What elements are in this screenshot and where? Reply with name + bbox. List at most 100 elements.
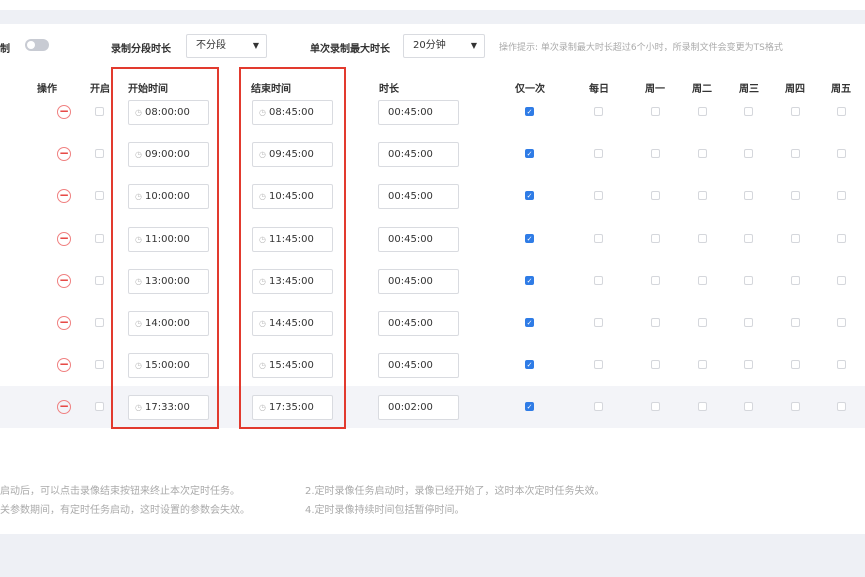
fri-checkbox[interactable] — [837, 360, 846, 370]
duration-field: 00:45:00 — [378, 100, 459, 125]
top-panel-strip — [0, 0, 865, 10]
enable-checkbox[interactable] — [95, 275, 104, 285]
mon-checkbox[interactable] — [651, 360, 660, 370]
once-checkbox[interactable]: ✓ — [525, 107, 534, 116]
minus-circle-icon[interactable]: − — [57, 358, 71, 373]
mon-checkbox[interactable] — [651, 318, 660, 327]
segment-duration-label: 录制分段时长 — [111, 44, 171, 55]
duration-field: 00:45:00 — [378, 184, 459, 210]
once-checkbox[interactable]: ✓ — [525, 191, 534, 201]
fri-checkbox[interactable] — [837, 318, 846, 327]
duration-field: 00:45:00 — [378, 226, 459, 252]
mon-checkbox[interactable] — [651, 275, 660, 285]
tue-checkbox[interactable] — [698, 149, 707, 159]
duration-field: 00:02:00 — [378, 395, 459, 421]
once-checkbox[interactable]: ✓ — [525, 275, 534, 285]
thu-checkbox[interactable] — [791, 402, 800, 412]
max-duration-select[interactable]: 20分钟 ▼ — [403, 34, 485, 58]
schedule-panel: 制 录制分段时长 不分段 ▼ 单次录制最大时长 20分钟 ▼ 操作提示: 单次录… — [0, 24, 865, 534]
daily-checkbox[interactable] — [594, 275, 603, 285]
minus-circle-icon[interactable]: − — [57, 231, 71, 246]
enable-checkbox[interactable] — [95, 149, 104, 159]
wed-checkbox[interactable] — [744, 275, 753, 285]
fri-checkbox[interactable] — [837, 402, 846, 412]
tue-checkbox[interactable] — [698, 318, 707, 327]
wed-checkbox[interactable] — [744, 318, 753, 327]
wed-checkbox[interactable] — [744, 233, 753, 243]
fri-checkbox[interactable] — [837, 191, 846, 201]
enable-checkbox[interactable] — [95, 233, 104, 243]
enable-checkbox[interactable] — [95, 402, 104, 412]
thu-checkbox[interactable] — [791, 275, 800, 285]
thu-checkbox[interactable] — [791, 318, 800, 327]
minus-circle-icon[interactable]: − — [57, 105, 71, 119]
once-checkbox[interactable]: ✓ — [525, 149, 534, 159]
daily-checkbox[interactable] — [594, 107, 603, 116]
once-checkbox[interactable]: ✓ — [525, 233, 534, 243]
duration-field: 00:45:00 — [378, 268, 459, 294]
mon-checkbox[interactable] — [651, 107, 660, 116]
enable-checkbox[interactable] — [95, 107, 104, 116]
tue-checkbox[interactable] — [698, 275, 707, 285]
enable-checkbox[interactable] — [95, 360, 104, 370]
minus-circle-icon[interactable]: − — [57, 400, 71, 415]
wed-checkbox[interactable] — [744, 402, 753, 412]
thu-checkbox[interactable] — [791, 191, 800, 201]
start-time-highlight-frame — [111, 67, 219, 429]
thu-checkbox[interactable] — [791, 233, 800, 243]
mon-checkbox[interactable] — [651, 191, 660, 201]
caret-down-icon: ▼ — [470, 41, 477, 50]
note-3: 关参数期间，有定时任务启动，这时设置的参数会失效。 — [0, 505, 250, 516]
mon-checkbox[interactable] — [651, 149, 660, 159]
record-toggle[interactable] — [25, 39, 49, 51]
wed-checkbox[interactable] — [744, 149, 753, 159]
once-checkbox[interactable]: ✓ — [525, 360, 534, 370]
enable-checkbox[interactable] — [95, 318, 104, 327]
mon-checkbox[interactable] — [651, 233, 660, 243]
daily-checkbox[interactable] — [594, 233, 603, 243]
checkmark-icon: ✓ — [526, 192, 533, 201]
minus-circle-icon[interactable]: − — [57, 273, 71, 288]
operation-hint: 操作提示: 单次录制最大时长超过6个小时，所录制文件会变更为TS格式 — [499, 43, 783, 53]
once-checkbox[interactable]: ✓ — [525, 318, 534, 327]
segment-duration-select[interactable]: 不分段 ▼ — [186, 34, 267, 58]
checkmark-icon: ✓ — [526, 361, 533, 370]
wed-checkbox[interactable] — [744, 107, 753, 116]
tue-checkbox[interactable] — [698, 107, 707, 116]
wed-checkbox[interactable] — [744, 191, 753, 201]
minus-circle-icon[interactable]: − — [57, 147, 71, 162]
minus-circle-icon[interactable]: − — [57, 316, 71, 330]
fri-checkbox[interactable] — [837, 107, 846, 116]
thu-checkbox[interactable] — [791, 360, 800, 370]
max-duration-value: 20分钟 — [413, 40, 446, 51]
fri-checkbox[interactable] — [837, 275, 846, 285]
thu-checkbox[interactable] — [791, 149, 800, 159]
note-1: 启动后，可以点击录像结束按钮来终止本次定时任务。 — [0, 486, 240, 497]
duration-value: 00:45:00 — [388, 233, 433, 245]
fri-checkbox[interactable] — [837, 233, 846, 243]
thu-checkbox[interactable] — [791, 107, 800, 116]
duration-field: 00:45:00 — [378, 353, 459, 379]
caret-down-icon: ▼ — [252, 41, 259, 50]
minus-circle-icon[interactable]: − — [57, 189, 71, 204]
daily-checkbox[interactable] — [594, 318, 603, 327]
wed-checkbox[interactable] — [744, 360, 753, 370]
tue-checkbox[interactable] — [698, 233, 707, 243]
tue-checkbox[interactable] — [698, 191, 707, 201]
tue-checkbox[interactable] — [698, 402, 707, 412]
tue-checkbox[interactable] — [698, 360, 707, 370]
daily-checkbox[interactable] — [594, 402, 603, 412]
mon-checkbox[interactable] — [651, 402, 660, 412]
max-duration-label: 单次录制最大时长 — [310, 44, 390, 55]
fri-checkbox[interactable] — [837, 149, 846, 159]
enable-checkbox[interactable] — [95, 191, 104, 201]
checkmark-icon: ✓ — [526, 150, 533, 159]
once-checkbox[interactable]: ✓ — [525, 402, 534, 412]
daily-checkbox[interactable] — [594, 191, 603, 201]
checkmark-icon: ✓ — [526, 403, 533, 412]
daily-checkbox[interactable] — [594, 360, 603, 370]
duration-value: 00:45:00 — [388, 318, 433, 329]
duration-value: 00:45:00 — [388, 149, 433, 161]
duration-field: 00:45:00 — [378, 311, 459, 336]
daily-checkbox[interactable] — [594, 149, 603, 159]
